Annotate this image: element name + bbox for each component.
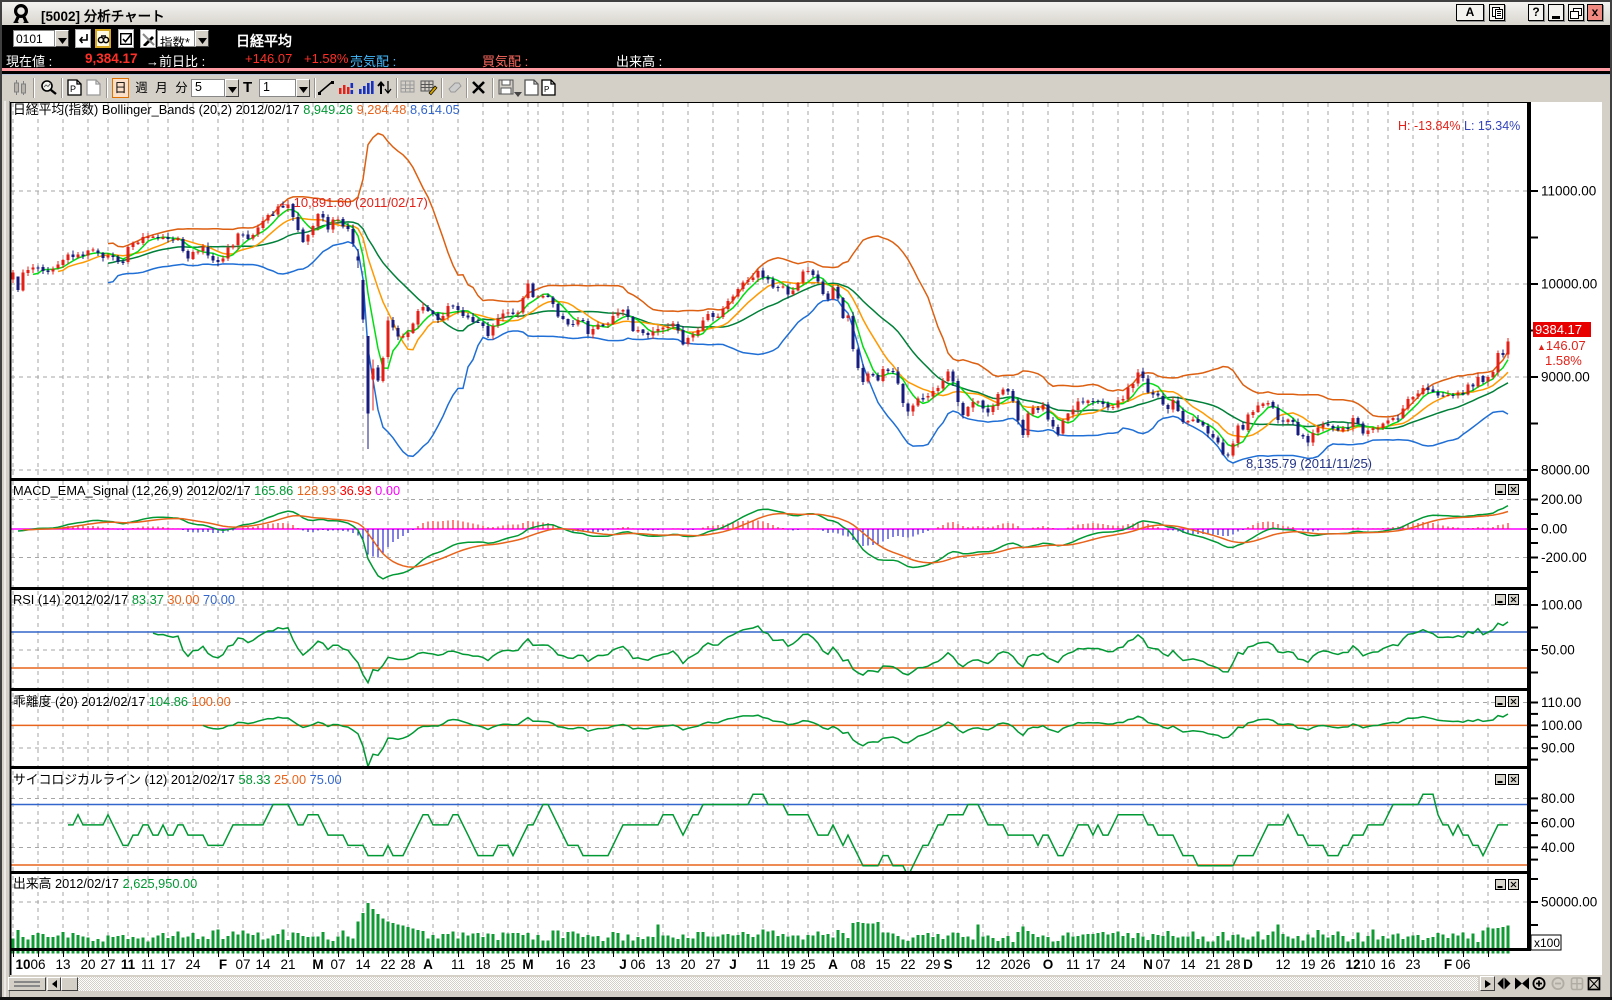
svg-text:H: -13.84%: H: -13.84% (1398, 119, 1461, 133)
svg-text:9384.17: 9384.17 (1535, 322, 1582, 337)
svg-text:200.00: 200.00 (1541, 492, 1582, 507)
svg-text:A: A (423, 957, 433, 972)
svg-text:110.00: 110.00 (1541, 695, 1581, 710)
svg-text:13: 13 (55, 957, 70, 972)
svg-text:12: 12 (1275, 957, 1290, 972)
svg-text:16: 16 (1380, 957, 1395, 972)
svg-text:11: 11 (121, 957, 136, 972)
svg-text:20: 20 (1000, 957, 1015, 972)
svg-text:10: 10 (1360, 957, 1375, 972)
svg-text:S: S (943, 957, 952, 972)
svg-text:21: 21 (1205, 957, 1220, 972)
svg-text:21: 21 (280, 957, 295, 972)
svg-text:100.00: 100.00 (1541, 598, 1582, 613)
svg-text:07: 07 (330, 957, 345, 972)
svg-text:16: 16 (555, 957, 570, 972)
svg-text:15: 15 (875, 957, 890, 972)
svg-text:23: 23 (580, 957, 595, 972)
svg-text:1.58%: 1.58% (1545, 353, 1582, 368)
svg-text:← 10,891.60 (2011/02/17): ← 10,891.60 (2011/02/17) (277, 195, 428, 210)
svg-text:28: 28 (1225, 957, 1240, 972)
svg-text:F: F (219, 957, 227, 972)
svg-text:28: 28 (400, 957, 415, 972)
svg-text:サイコロジカルライン (12) 2012/02/17 58.: サイコロジカルライン (12) 2012/02/17 58.33 25.00 7… (13, 772, 342, 787)
svg-text:27: 27 (705, 957, 720, 972)
svg-text:12: 12 (975, 957, 990, 972)
svg-text:出来高 2012/02/17 2,625,950.00: 出来高 2012/02/17 2,625,950.00 (13, 876, 197, 891)
svg-text:19: 19 (1300, 957, 1315, 972)
svg-text:60.00: 60.00 (1541, 816, 1575, 831)
svg-text:J: J (729, 957, 737, 972)
svg-text:10: 10 (15, 957, 30, 972)
svg-text:17: 17 (1085, 957, 1100, 972)
svg-text:乖離度 (20) 2012/02/17 104.86 100: 乖離度 (20) 2012/02/17 104.86 100.00 (13, 694, 231, 709)
svg-text:RSI (14) 2012/02/17 83.37 30.0: RSI (14) 2012/02/17 83.37 30.00 70.00 (13, 592, 235, 607)
svg-text:29: 29 (925, 957, 940, 972)
svg-text:17: 17 (160, 957, 175, 972)
svg-text:40.00: 40.00 (1541, 840, 1575, 855)
svg-text:20: 20 (80, 957, 95, 972)
svg-text:11000.00: 11000.00 (1541, 184, 1596, 199)
svg-text:-200.00: -200.00 (1541, 550, 1587, 565)
svg-text:11: 11 (1066, 957, 1080, 972)
svg-text:22: 22 (900, 957, 915, 972)
svg-text:F: F (1444, 957, 1452, 972)
svg-text:26: 26 (1015, 957, 1030, 972)
svg-text:24: 24 (1110, 957, 1126, 972)
svg-text:06: 06 (1455, 957, 1470, 972)
svg-text:11: 11 (756, 957, 770, 972)
svg-text:8,135.79 (2011/11/25): 8,135.79 (2011/11/25) (1246, 456, 1372, 471)
svg-text:26: 26 (1320, 957, 1335, 972)
svg-text:0.00: 0.00 (1541, 522, 1567, 537)
svg-text:M: M (312, 957, 323, 972)
svg-text:50.00: 50.00 (1541, 643, 1575, 658)
svg-text:90.00: 90.00 (1541, 741, 1575, 756)
svg-text:8000.00: 8000.00 (1541, 463, 1590, 478)
svg-text:06: 06 (30, 957, 45, 972)
svg-text:24: 24 (185, 957, 201, 972)
svg-text:A: A (828, 957, 838, 972)
svg-text:11: 11 (141, 957, 155, 972)
svg-text:25: 25 (500, 957, 515, 972)
svg-text:12: 12 (1345, 957, 1360, 972)
svg-text:O: O (1043, 957, 1054, 972)
svg-text:M: M (522, 957, 533, 972)
svg-text:14: 14 (1180, 957, 1196, 972)
svg-text:9000.00: 9000.00 (1541, 370, 1590, 385)
svg-text:80.00: 80.00 (1541, 791, 1575, 806)
svg-text:D: D (1243, 957, 1253, 972)
svg-text:06: 06 (630, 957, 645, 972)
svg-text:100.00: 100.00 (1541, 718, 1582, 733)
svg-text:x100: x100 (1534, 936, 1560, 950)
svg-text:P: P (544, 85, 549, 94)
svg-text:L: 15.34%: L: 15.34% (1464, 119, 1520, 133)
svg-text:19: 19 (780, 957, 795, 972)
svg-text:20: 20 (680, 957, 695, 972)
svg-text:11: 11 (451, 957, 465, 972)
svg-text:J: J (619, 957, 627, 972)
svg-text:23: 23 (1405, 957, 1420, 972)
svg-text:18: 18 (475, 957, 490, 972)
svg-text:08: 08 (850, 957, 865, 972)
svg-text:27: 27 (100, 957, 115, 972)
svg-text:07: 07 (235, 957, 250, 972)
svg-text:P: P (70, 84, 76, 94)
svg-text:14: 14 (255, 957, 271, 972)
svg-text:10000.00: 10000.00 (1541, 277, 1597, 292)
svg-text:MACD_EMA_Signal (12,26,9) 2012: MACD_EMA_Signal (12,26,9) 2012/02/17 165… (13, 483, 400, 498)
svg-text:25: 25 (800, 957, 815, 972)
svg-text:50000.00: 50000.00 (1541, 895, 1597, 910)
svg-text:日経平均(指数) Bollinger_Bands (20,2: 日経平均(指数) Bollinger_Bands (20,2) 2012/02/… (13, 102, 460, 117)
svg-text:22: 22 (380, 957, 395, 972)
svg-text:N: N (1143, 957, 1153, 972)
svg-text:13: 13 (655, 957, 670, 972)
svg-text:14: 14 (355, 957, 371, 972)
svg-text:07: 07 (1155, 957, 1170, 972)
